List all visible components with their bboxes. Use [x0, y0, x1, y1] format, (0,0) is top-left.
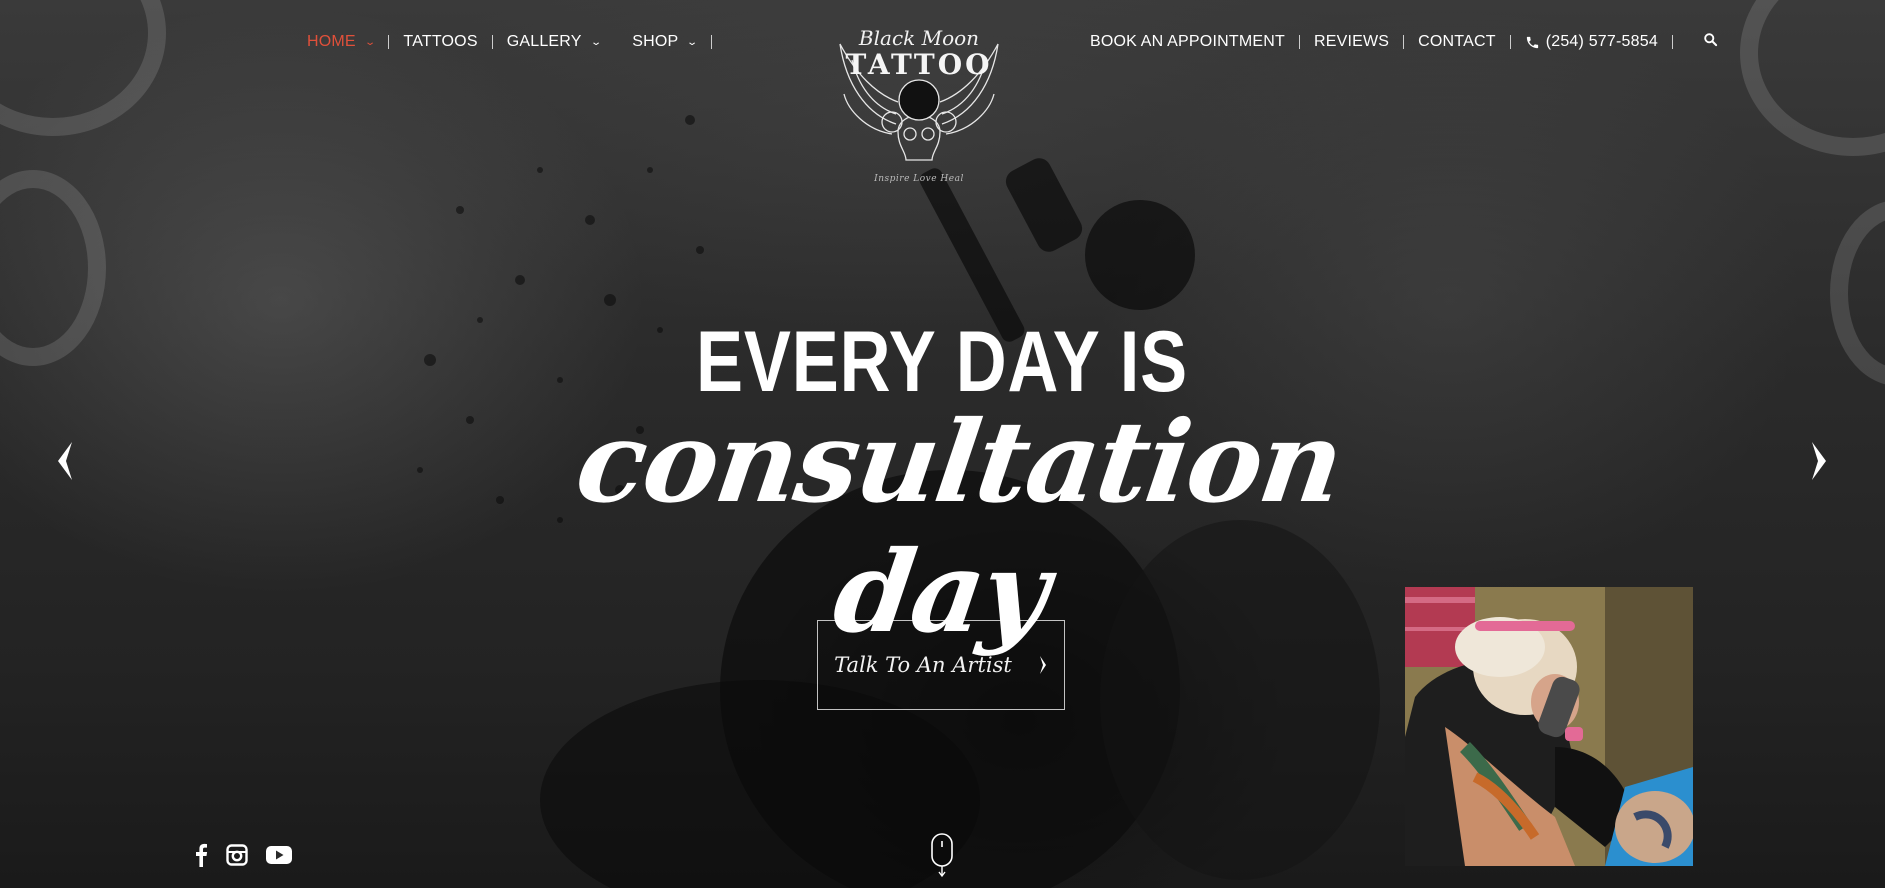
- nav-item-tattoos[interactable]: TATTOOS: [389, 33, 491, 51]
- primary-nav-right: BOOK AN APPOINTMENT REVIEWS CONTACT (254…: [1090, 28, 1718, 56]
- chevron-down-icon: ⌄: [364, 36, 377, 48]
- site-logo[interactable]: Black Moon TATTOO Inspire Love Heal: [826, 14, 1012, 186]
- nav-item-reviews[interactable]: REVIEWS: [1300, 33, 1403, 51]
- phone-number: (254) 577-5854: [1545, 33, 1658, 50]
- cta-label: Talk To An Artist: [834, 653, 1012, 677]
- chevron-down-icon: ⌄: [686, 36, 699, 48]
- nav-item-book-appointment[interactable]: BOOK AN APPOINTMENT: [1090, 33, 1299, 51]
- search-icon[interactable]: [1673, 32, 1718, 52]
- logo-script-text: Black Moon: [858, 26, 980, 50]
- phone-link[interactable]: (254) 577-5854: [1511, 33, 1672, 51]
- instagram-icon[interactable]: [226, 844, 248, 871]
- nav-item-contact[interactable]: CONTACT: [1404, 33, 1510, 51]
- nav-item-shop[interactable]: SHOP ⌄: [614, 33, 711, 51]
- youtube-icon[interactable]: [266, 845, 292, 870]
- hero-script-heading: consultation day: [568, 397, 1350, 658]
- logo-wordmark: TATTOO: [845, 48, 993, 81]
- nav-item-gallery[interactable]: GALLERY ⌄: [493, 33, 615, 51]
- nav-divider: [710, 35, 712, 49]
- chevron-right-icon: [1812, 442, 1826, 480]
- slider-next-button[interactable]: [1810, 440, 1830, 487]
- nav-label: GALLERY: [506, 33, 582, 50]
- logo-tagline: Inspire Love Heal: [874, 174, 964, 184]
- video-thumbnail[interactable]: [1405, 587, 1693, 866]
- social-links: [194, 843, 292, 872]
- mouse-scroll-icon[interactable]: [929, 832, 955, 883]
- nav-label: CONTACT: [1418, 33, 1496, 50]
- talk-to-artist-button[interactable]: Talk To An Artist: [817, 620, 1065, 710]
- chevron-right-icon: [1039, 656, 1046, 674]
- chevron-left-icon: [58, 442, 72, 480]
- nav-item-home[interactable]: HOME ⌄: [307, 33, 388, 51]
- slider-prev-button[interactable]: [54, 440, 74, 487]
- chevron-down-icon: ⌄: [589, 36, 602, 48]
- nav-label: TATTOOS: [403, 33, 478, 50]
- nav-label: BOOK AN APPOINTMENT: [1090, 33, 1285, 50]
- nav-label: SHOP: [632, 33, 679, 50]
- artist-photo: [1405, 587, 1693, 866]
- nav-label: HOME: [307, 33, 356, 50]
- phone-icon: [1525, 35, 1540, 50]
- primary-nav-left: HOME ⌄ TATTOOS GALLERY ⌄ SHOP ⌄: [307, 28, 712, 56]
- facebook-icon[interactable]: [194, 843, 208, 872]
- nav-label: REVIEWS: [1313, 33, 1390, 50]
